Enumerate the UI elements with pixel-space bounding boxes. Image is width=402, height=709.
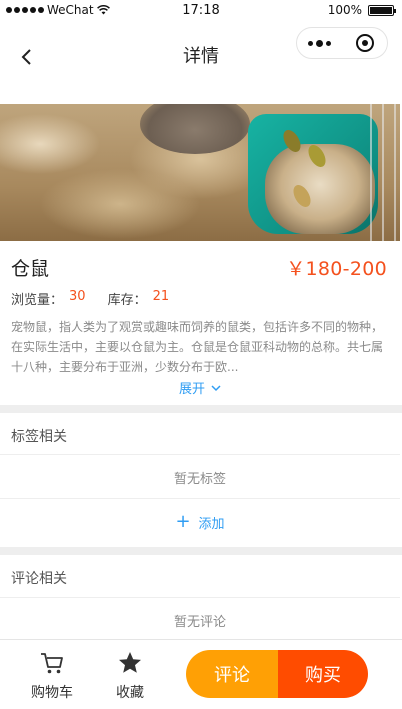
tags-empty-state: 暂无标签: [0, 455, 400, 499]
hamster-shape: [140, 104, 250, 154]
views-label: 浏览量：: [11, 293, 64, 308]
battery-icon: [368, 4, 396, 16]
plus-icon: +: [175, 511, 191, 532]
buy-button[interactable]: 购买: [278, 650, 368, 698]
favorite-label: 收藏: [116, 685, 144, 701]
comments-empty-state: 暂无评论: [0, 598, 400, 642]
comments-section-header: 评论相关: [0, 555, 400, 598]
status-bar: WeChat 17:18 100%: [0, 0, 402, 22]
cart-icon: [41, 653, 63, 674]
close-button[interactable]: [342, 28, 387, 58]
product-name: 仓鼠: [11, 258, 50, 280]
section-divider: [0, 405, 402, 413]
product-info: 仓鼠 ￥180-200 浏览量： 30 库存： 21 宠物鼠，指人类为了观赏或趣…: [0, 241, 400, 405]
back-button[interactable]: [10, 40, 44, 74]
product-image-carousel[interactable]: [0, 104, 400, 241]
target-ring-icon: [355, 34, 374, 52]
more-dots-icon-right: [326, 40, 331, 46]
tags-section-title: 标签相关: [11, 429, 67, 445]
favorite-button[interactable]: 收藏: [100, 650, 160, 702]
comments-section-title: 评论相关: [11, 571, 67, 587]
bottom-action-bar: 购物车 收藏 评论 购买: [0, 639, 402, 709]
chevron-left-icon: [21, 49, 31, 65]
expand-label: 展开: [178, 382, 205, 397]
product-price: ￥180-200: [286, 258, 387, 280]
views-value: 30: [69, 289, 86, 304]
cart-button[interactable]: 购物车: [22, 650, 82, 702]
product-stats: 浏览量： 30 库存： 21: [11, 289, 169, 308]
more-button[interactable]: [297, 28, 342, 58]
more-dots-icon-center: [316, 39, 323, 47]
nav-bar: 详情: [0, 22, 402, 88]
stock-label: 库存：: [107, 293, 147, 308]
more-dots-icon: [308, 40, 313, 46]
product-description: 宠物鼠，指人类为了观赏或趣味而饲养的鼠类，包括许多不同的物种，在实际生活中，主要…: [11, 320, 384, 374]
comment-button[interactable]: 评论: [186, 650, 278, 698]
stock-value: 21: [152, 289, 170, 304]
battery-percent: 100%: [327, 3, 362, 17]
star-icon: [119, 652, 141, 673]
add-tag-label: 添加: [198, 516, 225, 532]
battery-fill: [370, 6, 392, 14]
expand-button[interactable]: 展开: [0, 378, 400, 397]
tags-section-header: 标签相关: [0, 413, 400, 455]
chevron-down-icon: [211, 384, 221, 391]
cage-bars-shape: [360, 104, 400, 241]
cart-label: 购物车: [31, 685, 73, 701]
add-tag-button[interactable]: + 添加: [0, 499, 400, 545]
status-right: 100%: [327, 3, 396, 17]
section-divider: [0, 547, 402, 555]
mini-program-capsule: [296, 27, 388, 59]
